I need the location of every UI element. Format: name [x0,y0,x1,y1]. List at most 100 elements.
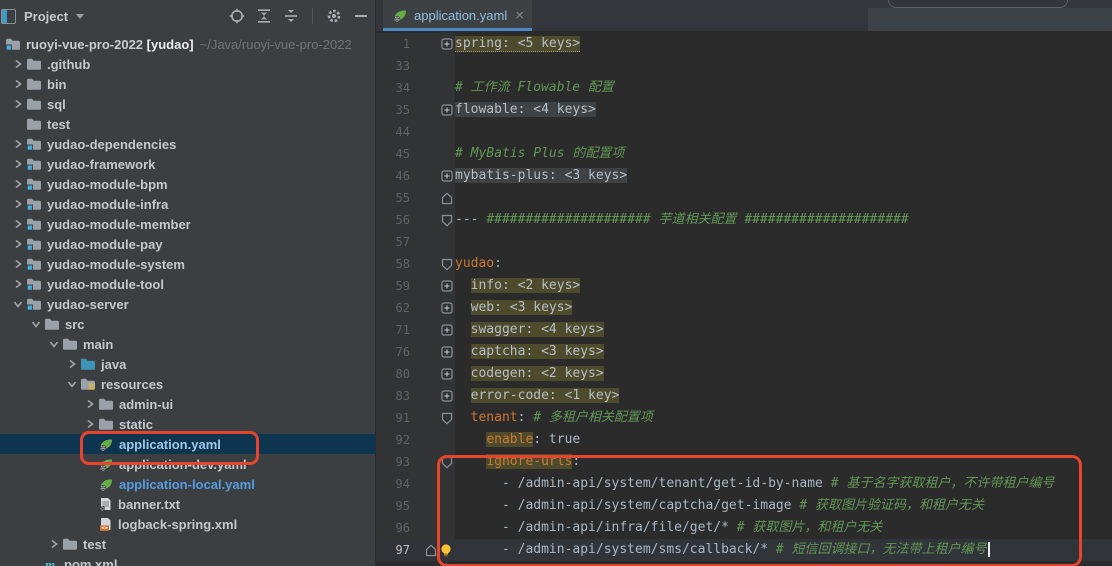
folded-region[interactable]: error-code: <1 key> [471,388,620,403]
editor-line-80[interactable]: 80 codegen: <2 keys> [376,363,1112,385]
fold-expand-icon[interactable] [441,280,453,292]
tree-item-application.yaml[interactable]: application.yaml [0,434,375,454]
chevron-right-icon[interactable] [9,196,26,212]
code-text[interactable]: web: <3 keys> [455,297,1112,319]
tree-item-java[interactable]: java [0,354,375,374]
chevron-down-icon[interactable] [63,376,80,392]
tree-item-yudao-module-tool[interactable]: yudao-module-tool [0,274,375,294]
tree-item-banner.txt[interactable]: banner.txt [0,494,375,514]
tree-item-yudao-module-bpm[interactable]: yudao-module-bpm [0,174,375,194]
folded-region[interactable]: flowable: <4 keys> [455,102,596,117]
settings-icon[interactable] [326,8,342,24]
chevron-down-icon[interactable] [76,14,84,19]
folded-region[interactable]: mybatis-plus: <3 keys> [455,168,627,183]
fold-expand-icon[interactable] [441,324,453,336]
editor-line-44[interactable]: 44 [376,121,1112,143]
code-text[interactable]: swagger: <4 keys> [455,319,1112,341]
code-text[interactable] [455,55,1112,77]
fold-end-icon[interactable] [425,544,437,557]
tree-item-src[interactable]: src [0,314,375,334]
editor-line-35[interactable]: 35flowable: <4 keys> [376,99,1112,121]
fold-collapse-icon[interactable] [441,412,453,425]
chevron-right-icon[interactable] [9,76,26,92]
code-text[interactable]: tenant: # 多租户相关配置项 [455,407,1112,429]
tree-item-yudao-framework[interactable]: yudao-framework [0,154,375,174]
tree-item-logback-spring.xml[interactable]: <>logback-spring.xml [0,514,375,534]
code-text[interactable]: # 工作流 Flowable 配置 [455,77,1112,99]
tree-item-test[interactable]: test [0,114,375,134]
editor-line-46[interactable]: 46mybatis-plus: <3 keys> [376,165,1112,187]
tree-item-yudao-module-member[interactable]: yudao-module-member [0,214,375,234]
tree-item-pom.xml[interactable]: mpom.xml [0,554,375,566]
folded-region[interactable]: codegen: <2 keys> [471,366,604,381]
chevron-right-icon[interactable] [9,96,26,112]
tree-item-.github[interactable]: .github [0,54,375,74]
editor-line-83[interactable]: 83 error-code: <1 key> [376,385,1112,407]
editor-line-91[interactable]: 91 tenant: # 多租户相关配置项 [376,407,1112,429]
tree-item-sql[interactable]: sql [0,94,375,114]
tree-item-application-dev.yaml[interactable]: application-dev.yaml [0,454,375,474]
chevron-right-icon[interactable] [45,536,62,552]
chevron-right-icon[interactable] [81,416,98,432]
chevron-right-icon[interactable] [9,56,26,72]
code-text[interactable]: - /admin-api/system/tenant/get-id-by-nam… [455,473,1112,495]
tree-item-yudao-module-infra[interactable]: yudao-module-infra [0,194,375,214]
code-text[interactable]: - /admin-api/infra/file/get/* # 获取图片，和租户… [455,517,1112,539]
tree-item-static[interactable]: static [0,414,375,434]
expand-all-icon[interactable] [256,8,272,24]
collapse-all-icon[interactable] [283,8,299,24]
tree-item-yudao-module-pay[interactable]: yudao-module-pay [0,234,375,254]
select-opened-file-icon[interactable] [229,8,245,24]
fold-collapse-icon[interactable] [441,258,453,271]
fold-expand-icon[interactable] [441,346,453,358]
editor-line-93[interactable]: 93 ignore-urls: [376,451,1112,473]
fold-expand-icon[interactable] [441,170,453,182]
code-editor[interactable]: 1spring: <5 keys>3334# 工作流 Flowable 配置35… [376,31,1112,566]
code-text[interactable]: enable: true [455,429,1112,451]
editor-line-45[interactable]: 45# MyBatis Plus 的配置项 [376,143,1112,165]
chevron-right-icon[interactable] [81,396,98,412]
hide-icon[interactable] [353,8,369,24]
code-text[interactable]: - /admin-api/system/sms/callback/* # 短信回… [455,539,1112,561]
editor-line-92[interactable]: 92 enable: true [376,429,1112,451]
editor-line-71[interactable]: 71 swagger: <4 keys> [376,319,1112,341]
chevron-down-icon[interactable] [45,336,62,352]
fold-collapse-icon[interactable] [441,456,453,469]
code-text[interactable]: captcha: <3 keys> [455,341,1112,363]
chevron-right-icon[interactable] [9,236,26,252]
editor-line-58[interactable]: 58yudao: [376,253,1112,275]
code-text[interactable]: - /admin-api/system/captcha/get-image # … [455,495,1112,517]
editor-line-33[interactable]: 33 [376,55,1112,77]
tree-item-application-local.yaml[interactable]: application-local.yaml [0,474,375,494]
fold-expand-icon[interactable] [441,368,453,380]
folded-region[interactable]: info: <2 keys> [471,278,581,293]
editor-line-1[interactable]: 1spring: <5 keys> [376,33,1112,55]
code-text[interactable] [455,121,1112,143]
tab-application-yaml[interactable]: application.yaml × [383,0,532,31]
folded-region[interactable]: captcha: <3 keys> [471,344,604,359]
code-text[interactable]: --- ##################### 芋道相关配置 #######… [455,209,1112,231]
editor-line-55[interactable]: 55 [376,187,1112,209]
tree-item-main[interactable]: main [0,334,375,354]
project-panel-title[interactable]: Project [24,9,68,24]
fold-expand-icon[interactable] [441,390,453,402]
tree-item-yudao-server[interactable]: yudao-server [0,294,375,314]
editor-line-76[interactable]: 76 captcha: <3 keys> [376,341,1112,363]
tree-item-resources[interactable]: resources [0,374,375,394]
chevron-right-icon[interactable] [9,156,26,172]
editor-line-97[interactable]: 97 - /admin-api/system/sms/callback/* # … [376,539,1112,561]
code-text[interactable] [455,231,1112,253]
code-text[interactable] [455,187,1112,209]
chevron-right-icon[interactable] [9,136,26,152]
tree-item-test[interactable]: test [0,534,375,554]
code-text[interactable]: ignore-urls: [455,451,1112,473]
code-text[interactable]: flowable: <4 keys> [455,99,1112,121]
tree-item-yudao-dependencies[interactable]: yudao-dependencies [0,134,375,154]
code-text[interactable]: error-code: <1 key> [455,385,1112,407]
code-text[interactable]: info: <2 keys> [455,275,1112,297]
folded-region[interactable]: web: <3 keys> [471,300,573,315]
editor-line-96[interactable]: 96 - /admin-api/infra/file/get/* # 获取图片，… [376,517,1112,539]
close-icon[interactable]: × [515,8,524,23]
editor-line-57[interactable]: 57 [376,231,1112,253]
fold-collapse-icon[interactable] [441,214,453,227]
